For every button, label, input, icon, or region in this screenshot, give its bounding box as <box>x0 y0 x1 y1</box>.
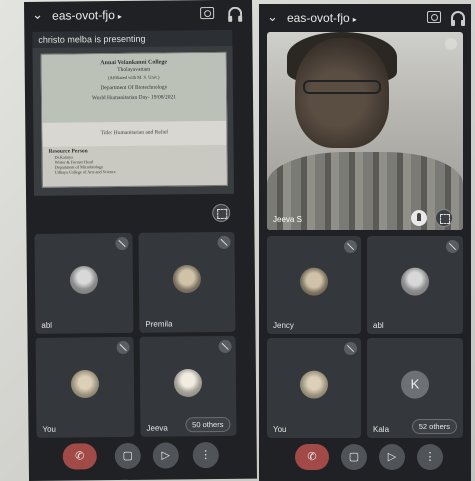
more-options-button[interactable]: ⋮ <box>192 441 219 469</box>
mic-off-icon <box>115 236 129 251</box>
participant-name: Premila <box>145 319 173 329</box>
camera-toggle-button[interactable]: ▢ <box>114 442 141 470</box>
headphones-icon[interactable] <box>451 11 465 26</box>
avatar <box>69 265 99 295</box>
avatar <box>173 368 203 398</box>
participant-tile-self[interactable]: You <box>35 336 135 438</box>
pin-icon[interactable] <box>411 210 427 226</box>
left-phone-screen: ⌄ eas-ovot-fjo ▸ christo melba is present… <box>24 0 258 481</box>
camera-off-icon: ▢ <box>122 449 134 462</box>
more-vert-icon: ⋮ <box>200 449 212 462</box>
slide-resource: Resource Person Dr.Kalaiya Writer & Form… <box>49 147 223 175</box>
others-count-badge[interactable]: 52 others <box>411 419 457 434</box>
top-bar: ⌄ eas-ovot-fjo ▸ <box>24 0 252 30</box>
avatar <box>300 267 328 296</box>
mic-off-icon <box>218 339 232 353</box>
slide-event: World Humanitarian Day- 19/08/2021 <box>91 94 177 102</box>
presentation-view[interactable]: Annai Velankanni College Tholayavattam (… <box>32 45 235 196</box>
mic-off-icon: ▷ <box>387 451 397 463</box>
slide: Annai Velankanni College Tholayavattam (… <box>40 51 228 188</box>
avatar: K <box>401 370 429 399</box>
avatar <box>172 264 202 294</box>
participant-tile[interactable]: abl <box>367 236 463 334</box>
avatar <box>401 267 429 296</box>
top-bar: ⌄ eas-ovot-fjo ▸ <box>259 4 471 32</box>
participant-tile[interactable]: Premila <box>138 231 236 333</box>
more-options-button[interactable]: ⋮ <box>417 444 443 470</box>
video-person-glasses <box>303 80 381 94</box>
mic-off-icon: ▷ <box>161 449 171 462</box>
participant-tile-self[interactable]: You <box>267 338 361 438</box>
video-participant-name: Jeeva S <box>273 215 302 224</box>
meeting-code[interactable]: eas-ovot-fjo ▸ <box>287 11 357 25</box>
avatar <box>300 370 328 399</box>
participant-name: abl <box>41 320 53 330</box>
others-count-badge[interactable]: 50 others <box>185 416 231 433</box>
end-call-icon: ✆ <box>75 450 85 463</box>
participant-tile[interactable]: Jeeva 50 others <box>139 335 237 437</box>
caret-right-icon: ▸ <box>352 15 357 24</box>
slide-title: Title: Humanitarian and Relief <box>42 120 227 147</box>
camera-switch-icon[interactable] <box>427 11 441 23</box>
more-vert-icon: ⋮ <box>424 451 436 463</box>
mic-off-icon <box>344 342 357 355</box>
mic-toggle-button[interactable]: ▷ <box>379 444 405 470</box>
chevron-down-icon[interactable]: ⌄ <box>32 7 43 23</box>
call-controls: ✆ ▢ ▷ ⋮ <box>29 436 257 478</box>
call-controls: ✆ ▢ ▷ ⋮ <box>259 438 471 478</box>
resource-line: Udhaya College of Arts and Science <box>54 169 116 175</box>
mic-off-icon <box>446 240 459 253</box>
slide-affiliation: (Affiliated with M. S. Univ.) <box>108 74 160 81</box>
participant-name: Kala <box>373 425 390 434</box>
mic-off-icon <box>116 340 130 355</box>
headphones-icon[interactable] <box>228 6 243 19</box>
more-icon[interactable] <box>217 235 231 249</box>
camera-off-icon: ▢ <box>348 451 360 463</box>
avatar <box>70 369 100 399</box>
participant-name: Jency <box>273 321 294 330</box>
participant-tile[interactable]: Jency <box>267 236 361 334</box>
meeting-code[interactable]: eas-ovot-fjo ▸ <box>52 8 122 23</box>
participant-name: Jeeva <box>146 423 168 433</box>
participant-tile[interactable]: K Kala 52 others <box>367 338 463 438</box>
fullscreen-icon[interactable] <box>435 209 453 227</box>
fullscreen-icon[interactable] <box>212 203 231 223</box>
end-call-icon: ✆ <box>307 451 317 463</box>
camera-switch-icon[interactable] <box>200 7 215 20</box>
mic-off-icon <box>344 240 357 253</box>
participant-name: You <box>273 425 287 434</box>
pinned-video[interactable]: Jeeva S <box>267 32 463 230</box>
participant-name: You <box>42 424 57 434</box>
participant-name: abl <box>373 321 384 330</box>
slide-department: Department Of Biotechnology <box>100 84 168 92</box>
camera-toggle-button[interactable]: ▢ <box>341 444 367 470</box>
participant-tile[interactable]: abl <box>34 232 134 334</box>
slide-header: Annai Velankanni College Tholayavattam (… <box>41 52 227 123</box>
right-phone-screen: ⌄ eas-ovot-fjo ▸ Jeeva S Jency abl You K … <box>259 4 471 481</box>
video-menu-icon[interactable] <box>445 38 457 50</box>
end-call-button[interactable]: ✆ <box>62 443 97 470</box>
end-call-button[interactable]: ✆ <box>295 444 329 470</box>
mic-toggle-button[interactable]: ▷ <box>152 442 179 469</box>
caret-right-icon: ▸ <box>117 11 122 22</box>
chevron-down-icon[interactable]: ⌄ <box>267 9 278 25</box>
